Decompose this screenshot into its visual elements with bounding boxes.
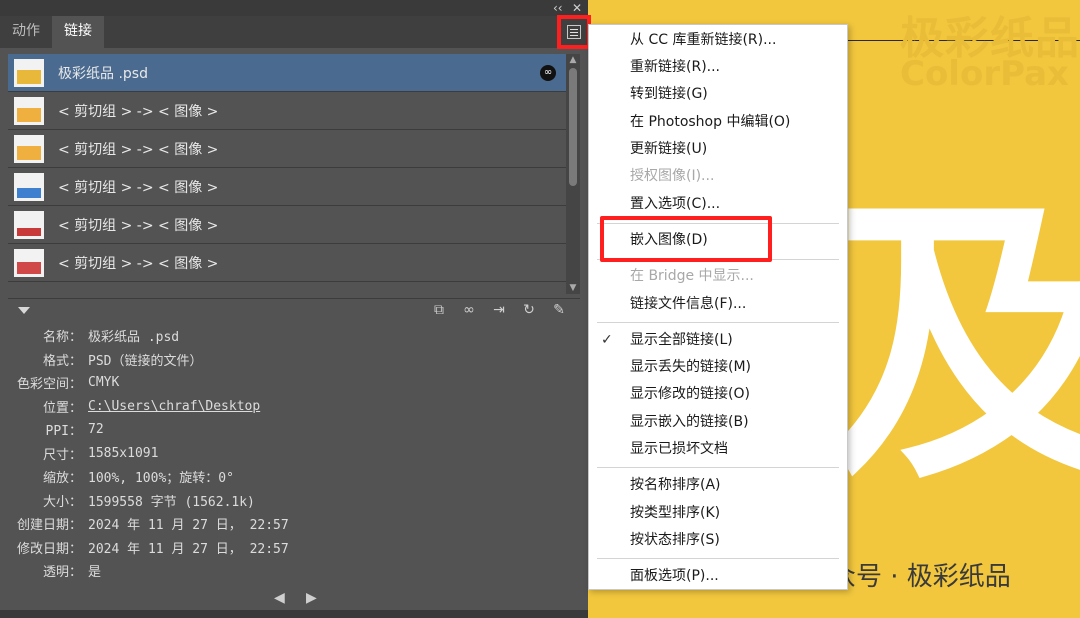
update-link-icon[interactable]: ↻ <box>520 301 538 319</box>
embed-image-highlight <box>600 216 772 262</box>
link-name: 极彩纸品 .psd <box>58 65 148 82</box>
list-item[interactable]: < 剪切组 > -> < 图像 > <box>8 92 566 130</box>
info-row-location: 位置： C:\Users\chraf\Desktop <box>42 398 261 416</box>
info-row-ppi: PPI： 72 <box>45 422 104 440</box>
link-info-section: 名称： 极彩纸品 .psd 格式： PSD（链接的文件） 色彩空间： CMYK … <box>0 324 580 583</box>
info-row-dimensions: 尺寸： 1585x1091 <box>42 445 159 463</box>
checkmark-icon: ✓ <box>601 332 613 348</box>
link-name: < 剪切组 > -> < 图像 > <box>58 141 219 158</box>
relink-icon[interactable]: ∞ <box>460 301 478 319</box>
info-row-name: 名称： 极彩纸品 .psd <box>42 330 180 346</box>
artboard-large-text: 及彩 <box>826 171 1080 520</box>
list-item[interactable]: < 剪切组 > -> < 图像 > <box>8 168 566 206</box>
link-thumbnail <box>14 58 44 87</box>
next-link-button[interactable]: ▶ <box>306 590 317 606</box>
link-name: < 剪切组 > -> < 图像 > <box>58 217 219 234</box>
panel-menu-button[interactable] <box>557 15 591 49</box>
menu-item-show-in-bridge: 在 Bridge 中显示... <box>630 268 754 284</box>
toggle-info-icon[interactable] <box>18 307 30 314</box>
link-thumbnail <box>14 134 44 163</box>
info-row-format: 格式： PSD（链接的文件） <box>42 353 203 369</box>
link-name: < 剪切组 > -> < 图像 > <box>58 179 219 196</box>
list-item[interactable]: < 剪切组 > -> < 图像 > <box>8 244 566 282</box>
menu-item-show-missing-links[interactable]: 显示丢失的链接(M) <box>589 354 847 381</box>
menu-item-go-to-link[interactable]: 转到链接(G) <box>589 81 847 108</box>
watermark-brand-en: ColorPax <box>900 54 1069 94</box>
panel-title-strip: ‹‹ ✕ <box>0 0 588 16</box>
tab-actions[interactable]: 动作 <box>0 16 52 48</box>
info-row-size: 大小： 1599558 字节 (1562.1k) <box>42 494 255 510</box>
hamburger-menu-icon <box>567 25 581 39</box>
links-panel: ‹‹ ✕ 动作 链接 极彩纸品 .psd ∞ < 剪切组 > -> < 图像 >… <box>0 0 588 618</box>
scroll-down-icon[interactable]: ▼ <box>566 282 580 294</box>
menu-item-sort-by-status[interactable]: 按状态排序(S) <box>589 527 847 554</box>
menu-item-update-link[interactable]: 更新链接(U) <box>589 136 847 163</box>
info-row-modified: 修改日期： 2024 年 11 月 27 日， 22:57 <box>16 541 289 557</box>
menu-item-license-image: 授权图像(I)... <box>630 168 715 184</box>
scroll-up-icon[interactable]: ▲ <box>566 54 580 66</box>
relink-from-cc-icon[interactable]: ⧉ <box>430 301 448 319</box>
info-row-transparent: 透明： 是 <box>42 565 102 581</box>
link-name: < 剪切组 > -> < 图像 > <box>58 255 219 272</box>
menu-item-edit-in-photoshop[interactable]: 在 Photoshop 中编辑(O) <box>589 109 847 136</box>
list-item[interactable]: < 剪切组 > -> < 图像 > <box>8 130 566 168</box>
menu-separator <box>597 467 839 468</box>
list-item[interactable]: < 剪切组 > -> < 图像 > <box>8 206 566 244</box>
menu-item-sort-by-name[interactable]: 按名称排序(A) <box>589 472 847 499</box>
edit-original-icon[interactable]: ✎ <box>550 301 568 319</box>
prev-link-button[interactable]: ◀ <box>274 590 285 606</box>
scrollbar-thumb[interactable] <box>569 68 577 186</box>
menu-separator <box>597 322 839 323</box>
link-thumbnail <box>14 172 44 201</box>
tab-links[interactable]: 链接 <box>52 16 104 48</box>
info-row-color-space: 色彩空间： CMYK <box>16 375 120 393</box>
link-chain-icon: ∞ <box>540 64 556 81</box>
links-list-scrollbar[interactable]: ▲ ▼ <box>566 54 580 294</box>
link-thumbnail <box>14 96 44 125</box>
menu-item-panel-options[interactable]: 面板选项(P)... <box>589 563 847 590</box>
menu-item-relink[interactable]: 重新链接(R)... <box>589 54 847 81</box>
menu-separator <box>597 558 839 559</box>
menu-item-show-modified-links[interactable]: 显示修改的链接(O) <box>589 381 847 408</box>
location-link[interactable]: C:\Users\chraf\Desktop <box>88 399 260 414</box>
link-name: < 剪切组 > -> < 图像 > <box>58 103 219 120</box>
menu-item-show-broken-docs[interactable]: 显示已损坏文档 <box>589 436 847 463</box>
info-pager: ◀ ▶ <box>0 588 588 610</box>
links-list: 极彩纸品 .psd ∞ < 剪切组 > -> < 图像 > < 剪切组 > ->… <box>8 54 566 294</box>
list-item[interactable]: 极彩纸品 .psd ∞ <box>8 54 566 92</box>
link-info-toolbar: ⧉ ∞ ⇥ ↻ ✎ <box>8 298 580 323</box>
go-to-link-icon[interactable]: ⇥ <box>490 301 508 319</box>
collapse-panel-button[interactable]: ‹‹ <box>553 0 563 16</box>
info-row-created: 创建日期： 2024 年 11 月 27 日， 22:57 <box>16 518 289 534</box>
panel-flyout-menu: 从 CC 库重新链接(R)... 重新链接(R)... 转到链接(G) 在 Ph… <box>588 24 848 590</box>
link-thumbnail <box>14 210 44 239</box>
menu-item-placement-options[interactable]: 置入选项(C)... <box>589 191 847 218</box>
menu-item-link-file-info[interactable]: 链接文件信息(F)... <box>589 291 847 318</box>
menu-item-show-embedded-links[interactable]: 显示嵌入的链接(B) <box>589 409 847 436</box>
link-thumbnail <box>14 248 44 277</box>
panel-tab-bar: 动作 链接 <box>0 16 588 48</box>
close-panel-button[interactable]: ✕ <box>572 0 582 16</box>
info-row-scale: 缩放： 100%, 100%；旋转：0° <box>42 471 234 487</box>
panel-bottom-edge <box>0 610 588 618</box>
menu-item-relink-from-cc[interactable]: 从 CC 库重新链接(R)... <box>589 27 847 54</box>
menu-item-sort-by-type[interactable]: 按类型排序(K) <box>589 500 847 527</box>
menu-item-show-all-links[interactable]: ✓ 显示全部链接(L) <box>589 327 847 354</box>
